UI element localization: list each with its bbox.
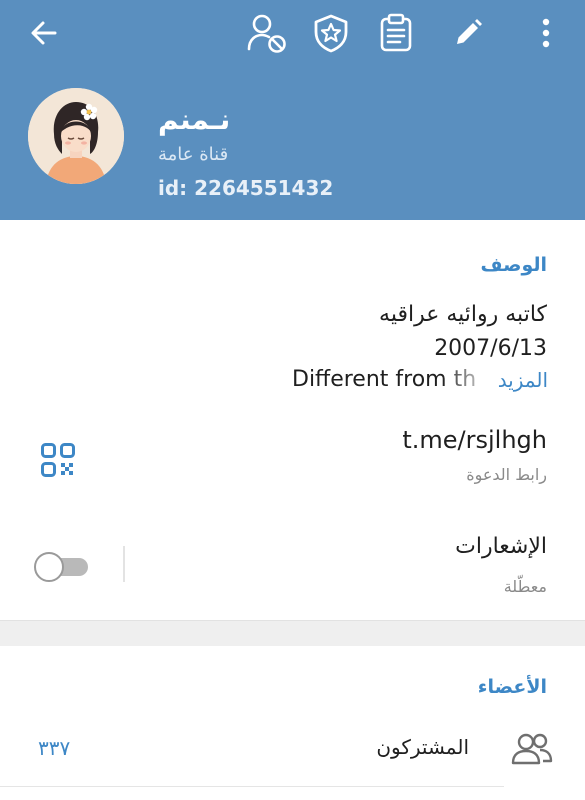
recent-actions-button[interactable] bbox=[372, 11, 420, 55]
description-title: الوصف bbox=[480, 254, 547, 276]
description-line: 2007/6/13 bbox=[434, 336, 547, 361]
members-title: الأعضاء bbox=[477, 676, 547, 698]
info-section: الوصف كاتبه روائيه عراقيه 2007/6/13 Diff… bbox=[0, 220, 585, 620]
shield-star-icon bbox=[314, 14, 348, 53]
user-block-icon bbox=[247, 14, 286, 53]
arrow-back-icon bbox=[31, 21, 57, 45]
invite-link[interactable]: t.me/rsjlhgh bbox=[402, 424, 547, 456]
more-vertical-icon bbox=[542, 18, 550, 48]
subscribers-label[interactable]: المشتركون bbox=[376, 732, 469, 762]
clipboard-icon bbox=[380, 13, 412, 52]
people-icon bbox=[511, 733, 553, 765]
channel-type-label: قناة عامة bbox=[158, 144, 229, 165]
section-separator bbox=[0, 620, 585, 648]
more-menu-button[interactable] bbox=[522, 11, 570, 55]
pencil-icon bbox=[457, 19, 482, 44]
subscribers-count[interactable]: ٣٣٧ bbox=[38, 734, 70, 762]
top-toolbar bbox=[0, 0, 585, 70]
more-link[interactable]: المزيد bbox=[491, 364, 548, 396]
notifications-status: معطّلة bbox=[503, 577, 547, 596]
qr-code-icon[interactable] bbox=[40, 442, 76, 478]
channel-name: نـمنم bbox=[158, 103, 231, 136]
description-line: كاتبه روائيه عراقيه bbox=[379, 302, 547, 327]
channel-avatar[interactable] bbox=[28, 88, 124, 184]
toggle-knob bbox=[34, 552, 64, 582]
admins-button[interactable] bbox=[307, 11, 355, 55]
channel-header: نـمنم قناة عامة id: 2264551432 bbox=[0, 0, 585, 220]
members-section: الأعضاء المشتركون ٣٣٧ bbox=[0, 646, 585, 800]
notifications-toggle[interactable] bbox=[34, 552, 90, 582]
description-truncated-line: Different from th المزيد bbox=[292, 364, 548, 396]
back-button[interactable] bbox=[20, 11, 68, 55]
restrict-users-button[interactable] bbox=[243, 11, 291, 55]
channel-id: id: 2264551432 bbox=[158, 176, 334, 200]
invite-link-label: رابط الدعوة bbox=[466, 465, 547, 484]
edit-button[interactable] bbox=[444, 11, 492, 55]
notifications-title: الإشعارات bbox=[455, 534, 547, 559]
avatar-illustration bbox=[28, 88, 124, 184]
divider bbox=[0, 786, 504, 787]
divider bbox=[123, 546, 125, 582]
